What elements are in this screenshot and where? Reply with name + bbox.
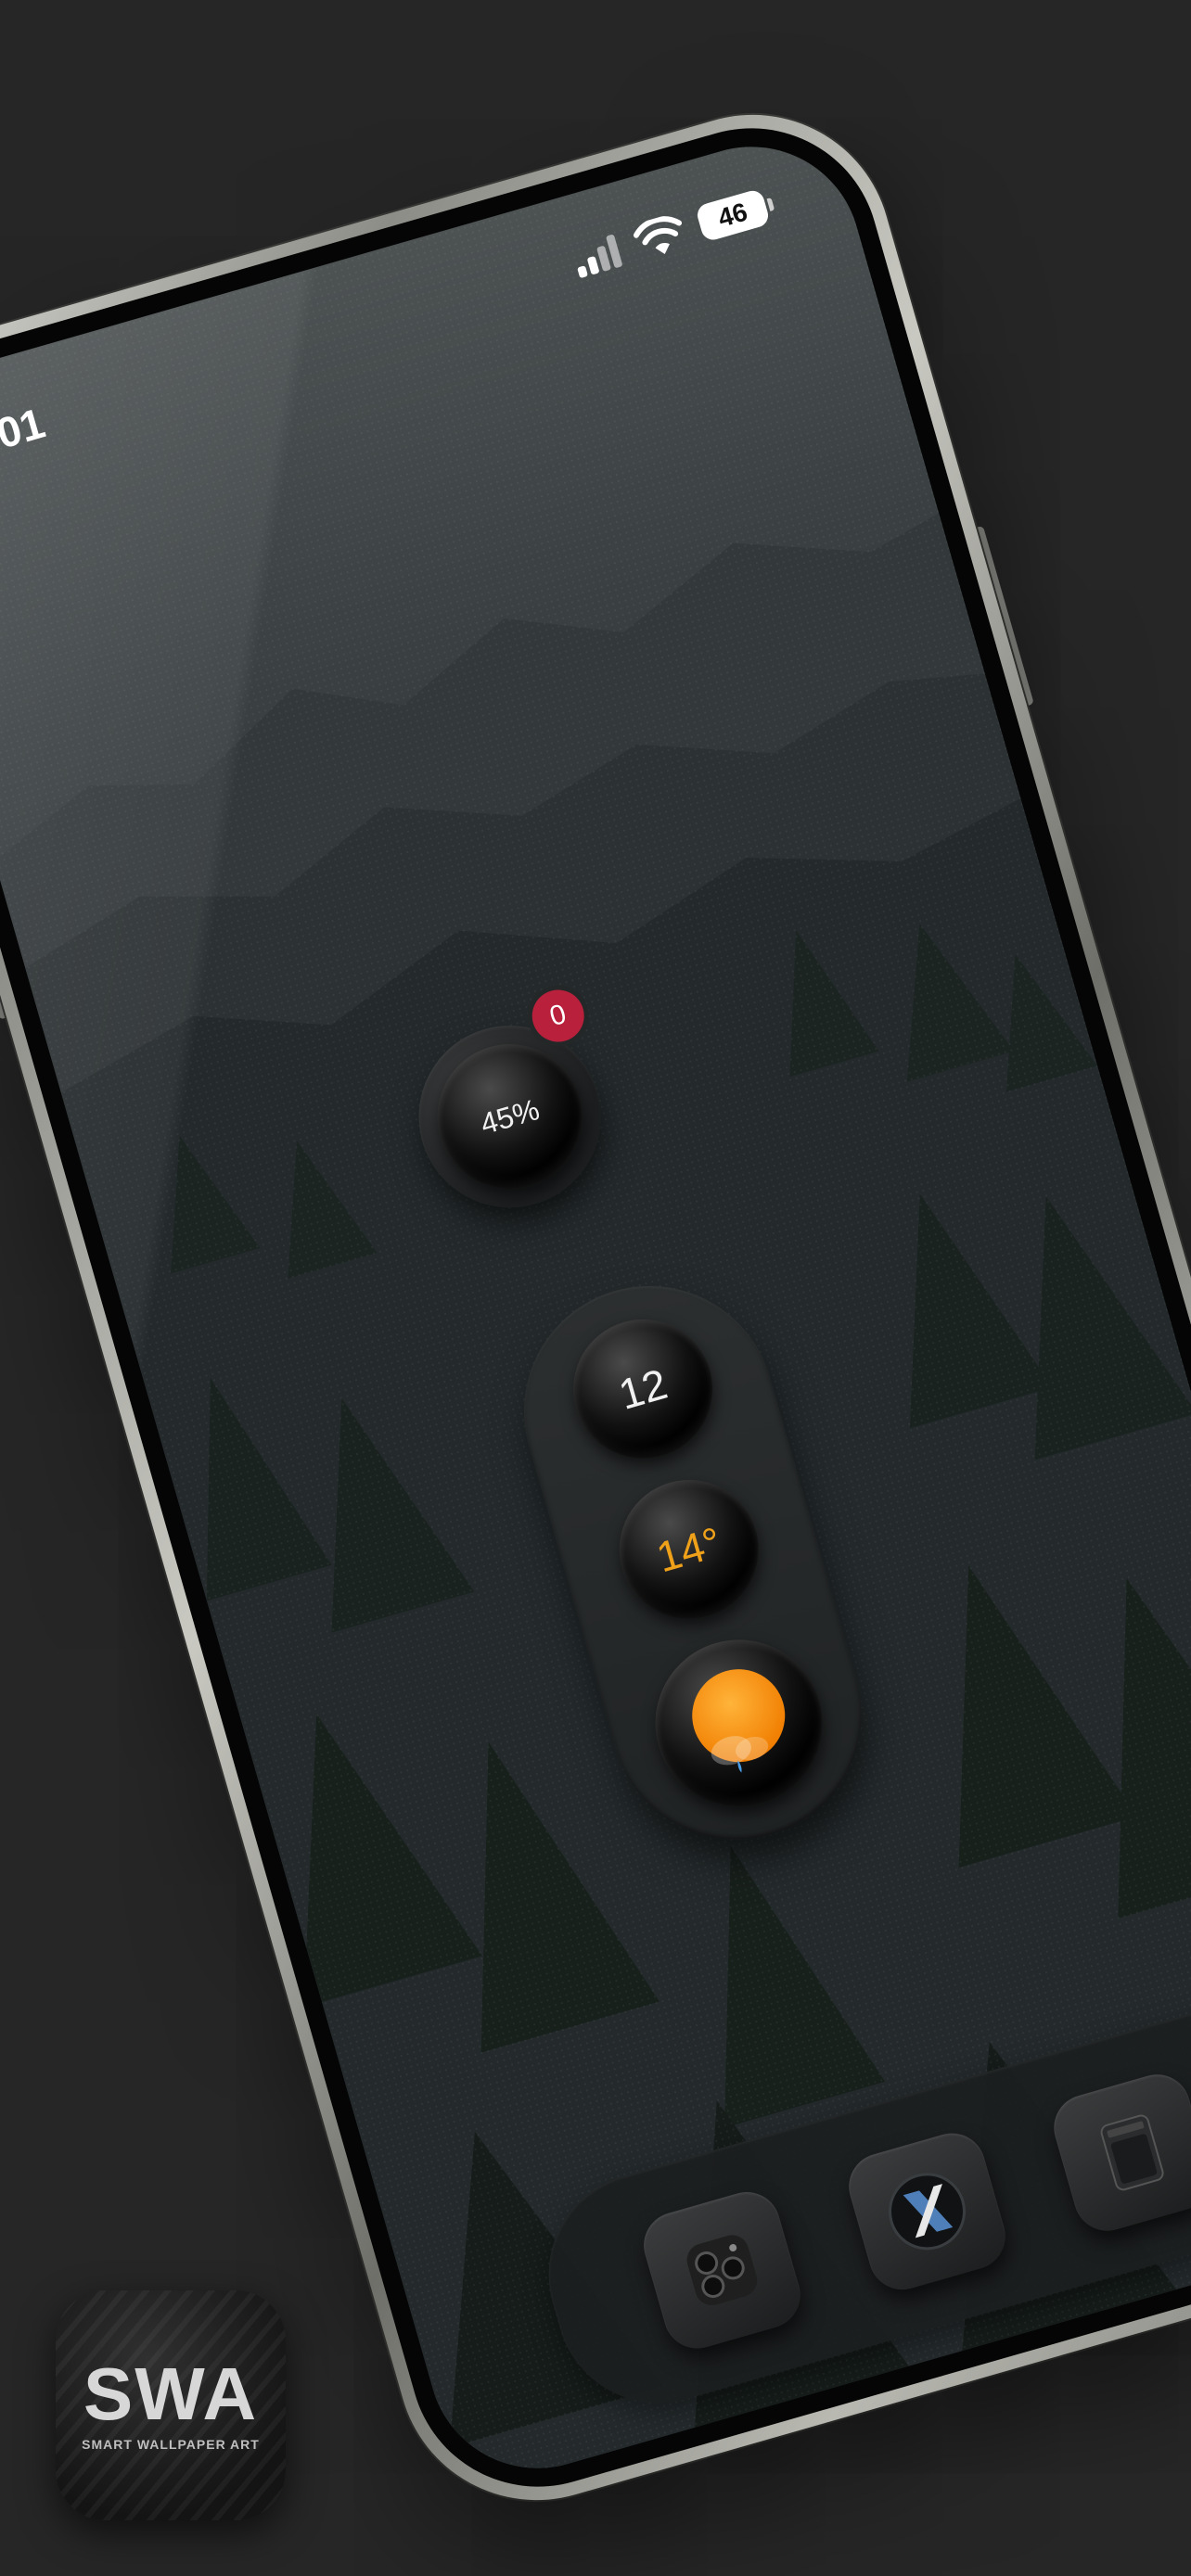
- date-orb: 12: [557, 1303, 729, 1475]
- swa-logo: SWA SMART WALLPAPER ART: [56, 2290, 286, 2520]
- status-time: 01: [0, 398, 50, 458]
- sun-cloud-rain-icon: [692, 1669, 786, 1773]
- battery-percent-orb: 45%: [420, 1027, 600, 1206]
- weather-orb: [635, 1620, 842, 1827]
- wifi-icon: [633, 216, 683, 255]
- home-screen: 01 46 45% 0 12 14°: [0, 121, 1191, 2494]
- battery-percent: 45%: [476, 1091, 544, 1141]
- dock-app-camera[interactable]: [635, 2184, 809, 2356]
- dock-app-x[interactable]: [840, 2125, 1014, 2298]
- phone-mockup: 01 46 45% 0 12 14°: [0, 82, 1191, 2533]
- temperature-orb: 14°: [603, 1463, 775, 1636]
- battery-icon: 46: [694, 187, 772, 243]
- logo-text: SWA: [83, 2353, 259, 2435]
- date-day: 12: [613, 1358, 672, 1419]
- x-logo-icon: [888, 2173, 966, 2251]
- triple-camera-icon: [686, 2235, 758, 2306]
- dock-app-files[interactable]: [1045, 2066, 1191, 2239]
- promo-stage: 01 46 45% 0 12 14° SWA SMART WALLPAPER A…: [0, 0, 1191, 2576]
- logo-tagline: SMART WALLPAPER ART: [82, 2437, 260, 2452]
- temperature-value: 14°: [651, 1517, 727, 1582]
- cellular-signal-icon: [570, 233, 626, 279]
- file-folder-icon: [1100, 2114, 1164, 2191]
